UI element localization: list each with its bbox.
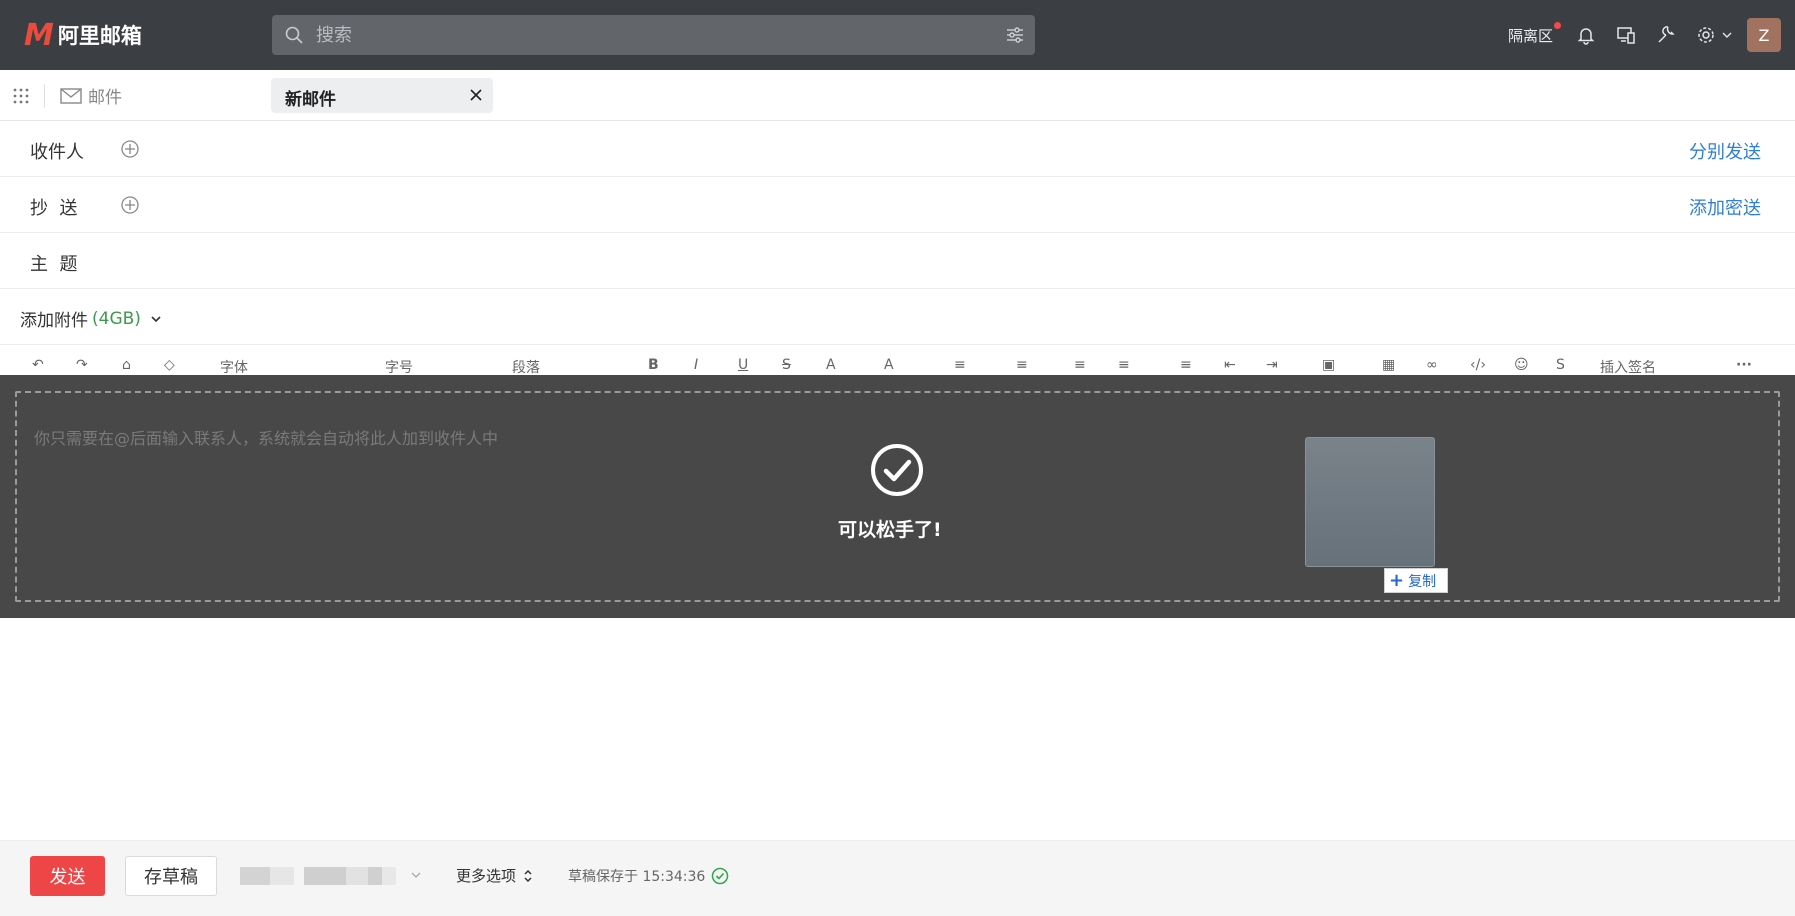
envelope-icon [60, 87, 82, 104]
align-icon[interactable]: ≡ [1118, 357, 1130, 373]
attach-label: 添加附件 [20, 311, 88, 331]
image-icon[interactable]: ▣ [1322, 357, 1335, 373]
filter-icon[interactable] [1005, 25, 1025, 45]
divider [44, 84, 45, 108]
add-bcc-link[interactable]: 添加密送 [1689, 194, 1761, 220]
quote-icon[interactable]: ≡ [1074, 357, 1086, 373]
subject-row[interactable]: 主 题 [0, 233, 1795, 289]
header-actions: 隔离区 Z [1508, 17, 1781, 53]
avatar[interactable]: Z [1747, 18, 1781, 52]
sender-select[interactable] [240, 867, 396, 885]
bold-icon[interactable]: B [648, 357, 659, 373]
dragged-file-thumbnail [1305, 437, 1435, 567]
italic-icon[interactable]: I [694, 357, 698, 373]
notification-dot [1554, 21, 1561, 29]
app-logo[interactable]: M 阿里邮箱 [24, 17, 142, 53]
tab-mail[interactable]: 邮件 [60, 83, 122, 108]
cc-row: 抄 送 添加密送 [0, 177, 1795, 233]
app-grid-icon[interactable] [12, 87, 30, 105]
underline-icon[interactable]: U [738, 357, 748, 373]
size-select[interactable]: 字号 [385, 357, 413, 377]
attach-size: (4GB) [92, 308, 141, 329]
font-select[interactable]: 字体 [220, 357, 248, 377]
tab-row: 邮件 新邮件 [0, 70, 1795, 121]
bullet-list-icon[interactable]: ≡ [954, 357, 966, 373]
tab-compose-label: 新邮件 [285, 90, 336, 110]
redo-icon[interactable]: ↷ [76, 357, 88, 373]
code-icon[interactable]: ‹/› [1470, 357, 1486, 373]
sort-icon [524, 869, 532, 882]
to-row: 收件人 分别发送 [0, 121, 1795, 177]
drop-message: 可以松手了! [838, 519, 942, 541]
logo-mark: M [24, 17, 54, 53]
copy-label: 复制 [1408, 573, 1437, 590]
search-input[interactable] [316, 15, 976, 55]
line-height-icon[interactable]: ≡ [1180, 357, 1192, 373]
tab-mail-label: 邮件 [88, 88, 122, 108]
search-box [272, 15, 1035, 55]
draft-saved-text: 草稿保存于 15:34:36 [568, 869, 706, 885]
devices-icon[interactable] [1615, 24, 1637, 46]
more-icon[interactable]: ··· [1736, 357, 1752, 373]
link-icon[interactable]: ∞ [1426, 357, 1438, 373]
add-cc-icon[interactable] [120, 195, 140, 215]
font-color-icon[interactable]: A [826, 357, 836, 373]
quarantine-link[interactable]: 隔离区 [1507, 21, 1561, 46]
save-draft-button[interactable]: 存草稿 [125, 856, 217, 896]
compose-footer: 发送 存草稿 更多选项 草稿保存于 15:34:36 [0, 840, 1795, 916]
bell-icon[interactable] [1575, 24, 1597, 46]
table-icon[interactable]: ▦ [1382, 357, 1395, 373]
draft-status: 草稿保存于 15:34:36 [568, 866, 729, 886]
attachment-row: 添加附件 (4GB) [0, 289, 1795, 345]
add-recipient-icon[interactable] [120, 139, 140, 159]
to-label: 收件人 [30, 142, 84, 163]
eraser-icon[interactable]: ◇ [164, 357, 175, 373]
strikethrough-icon[interactable]: S [782, 357, 791, 373]
separate-send-link[interactable]: 分别发送 [1689, 138, 1761, 164]
logo-name: 阿里邮箱 [57, 24, 142, 48]
check-circle-icon [712, 867, 729, 885]
wrench-icon[interactable] [1655, 24, 1677, 46]
numbered-list-icon[interactable]: ≡ [1016, 357, 1028, 373]
chevron-down-icon[interactable] [410, 869, 422, 881]
search-icon [285, 26, 303, 44]
editor-placeholder: 你只需要在@后面输入联系人，系统就会自动将此人加到收件人中 [34, 429, 499, 448]
editor-toolbar: ↶ ↷ ⌂ ◇ 字体 字号 段落 B I U S A A ≡ ≡ ≡ ≡ ≡ ⇤… [0, 345, 1795, 377]
add-attachment-button[interactable]: 添加附件 (4GB) [20, 306, 163, 331]
insert-signature-select[interactable]: 插入签名 [1600, 357, 1656, 377]
more-options-button[interactable]: 更多选项 [456, 865, 534, 886]
plus-icon: + [1389, 570, 1405, 591]
format-painter-icon[interactable]: ⌂ [122, 357, 131, 373]
top-bar: M 阿里邮箱 隔离区 Z [0, 0, 1795, 70]
chevron-down-icon[interactable] [1721, 29, 1733, 41]
gear-icon[interactable] [1695, 24, 1717, 46]
send-button[interactable]: 发送 [30, 856, 105, 896]
paragraph-select[interactable]: 段落 [512, 357, 540, 377]
highlight-icon[interactable]: A [884, 357, 894, 373]
close-icon[interactable] [469, 88, 483, 102]
check-circle-icon [871, 444, 923, 496]
cc-label: 抄 送 [30, 198, 78, 219]
undo-icon[interactable]: ↶ [32, 357, 44, 373]
more-options-label: 更多选项 [456, 867, 517, 885]
tab-compose[interactable]: 新邮件 [271, 78, 493, 113]
chevron-down-icon [151, 315, 161, 322]
indent-icon[interactable]: ⇥ [1266, 357, 1278, 373]
drop-overlay[interactable]: 你只需要在@后面输入联系人，系统就会自动将此人加到收件人中 可以松手了! + 复… [0, 375, 1795, 618]
subject-label: 主 题 [30, 254, 78, 275]
copy-badge: + 复制 [1384, 568, 1448, 593]
outdent-icon[interactable]: ⇤ [1224, 357, 1236, 373]
quarantine-label: 隔离区 [1507, 26, 1553, 45]
emoji-icon[interactable]: ☺ [1514, 357, 1529, 373]
signature-icon[interactable]: S [1556, 357, 1565, 373]
